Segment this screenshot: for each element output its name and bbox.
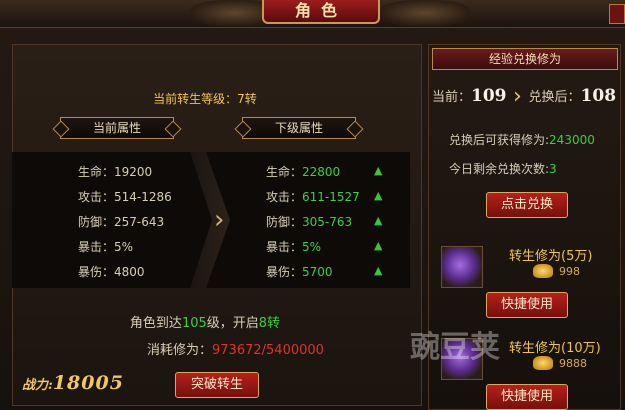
next-stat-row: 攻击：611-1527 [266,188,360,206]
combat-power: 战力:18005 [22,372,124,394]
rebirth-level-title: 当前转生等级：7转 [153,92,257,106]
arrow-up-icon: ▲ [374,214,383,227]
close-icon[interactable] [609,4,625,24]
stat-label: 攻击： [266,190,303,204]
next-stat-row: 暴伤：5700 [266,263,333,281]
current-stat-row: 攻击：514-1286 [78,188,172,206]
quick-use-button[interactable]: 快捷使用 [486,384,568,410]
stat-label: 暴击： [266,240,303,254]
arrow-up-icon: ▲ [374,239,383,252]
dragon-ornament-right-icon [380,0,470,26]
current-stat-row: 生命：19200 [78,163,152,181]
stat-value: 514-1286 [114,190,172,204]
current-level-label: 当前： [432,90,472,105]
gain-value: 243000 [549,133,595,147]
window-title: 角色 [262,0,380,24]
gain-line: 兑换后可获得修为:243000 [449,131,595,148]
arrow-up-icon: ▲ [374,264,383,277]
next-stat-row: 生命：22800 [266,163,340,181]
exchange-button[interactable]: 点击兑换 [486,192,568,218]
current-stat-row: 暴击：5% [78,238,133,256]
after-level-value: 108 [580,86,617,106]
gain-label: 兑换后可获得修为: [449,133,550,147]
stat-label: 攻击： [78,190,115,204]
current-stat-row: 防御：257-643 [78,213,164,231]
exchange-header: 经验兑换修为 [432,48,618,70]
stat-label: 暴伤： [266,265,303,279]
current-level-value: 109 [471,86,507,106]
item-name: 转生修为(5万) [509,249,593,264]
remaining-line: 今日剩余兑换次数:3 [449,160,557,177]
remaining-value: 3 [549,162,557,176]
stat-label: 生命： [78,165,115,179]
after-level-label: 兑换后： [528,90,581,105]
watermark: 豌豆荚 [410,330,500,365]
item-price: 998 [559,265,580,278]
item-card: 转生修为(5万) 998 快捷使用 [437,242,617,332]
remaining-label: 今日剩余兑换次数: [449,162,550,176]
cultivation-scroll-icon[interactable] [441,246,483,288]
unlock-requirement: 角色到达105级，开启8转 [0,312,410,331]
unlock-rebirth: 8转 [258,316,281,331]
stat-value: 257-643 [114,215,165,229]
combat-power-label: 战力: [22,378,53,393]
stat-value: 19200 [114,165,153,179]
chevron-right-icon: › [214,205,225,235]
stat-value: 611-1527 [302,190,360,204]
stat-label: 暴击： [78,240,115,254]
stat-value: 22800 [302,165,341,179]
item-price: 9888 [559,357,587,370]
current-stat-row: 暴伤：4800 [78,263,145,281]
arrow-up-icon: ▲ [374,189,383,202]
unlock-mid: 级，开启 [206,316,259,331]
stat-value: 305-763 [302,215,353,229]
next-stat-row: 暴击：5% [266,238,321,256]
next-stat-row: 防御：305-763 [266,213,352,231]
combat-power-value: 18005 [52,372,124,394]
cost-label: 消耗修为： [147,343,213,358]
quick-use-button[interactable]: 快捷使用 [486,292,568,318]
tab-current-attributes: 当前属性 [60,117,174,139]
stat-value: 4800 [114,265,145,279]
unlock-level: 105 [181,316,207,331]
cost-line: 消耗修为：973672/5400000 [147,339,324,358]
stat-label: 暴伤： [78,265,115,279]
stat-label: 防御： [78,215,115,229]
stat-value: 5% [114,240,134,254]
breakthrough-button[interactable]: 突破转生 [175,372,259,398]
tab-next-attributes: 下级属性 [242,117,356,139]
unlock-prefix: 角色到达 [129,316,182,331]
exchange-levels: 当前：109 兑换后：108 [432,86,616,110]
stat-label: 生命： [266,165,303,179]
chevron-right-icon: › [513,84,522,109]
gold-ingot-icon [533,264,553,278]
stat-value: 5700 [302,265,333,279]
cost-value: 973672/5400000 [212,343,324,358]
stat-label: 防御： [266,215,303,229]
stat-value: 5% [302,240,322,254]
arrow-up-icon: ▲ [374,164,383,177]
